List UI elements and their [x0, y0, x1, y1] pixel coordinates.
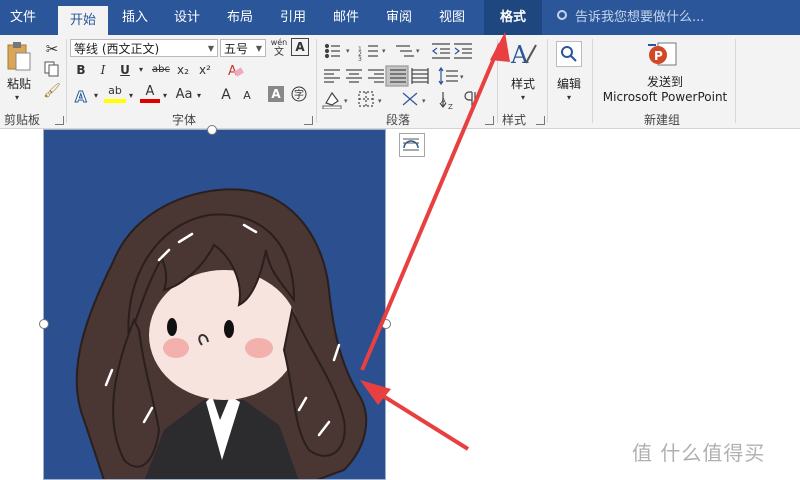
arrow-line-to-format-tab: [360, 43, 502, 371]
arrow-head-format-tab: [490, 32, 510, 62]
arrow-line-to-picture: [370, 387, 470, 451]
annotation-arrows: [360, 32, 510, 451]
watermark: 值 什么值得买: [632, 441, 766, 465]
arrow-head-picture: [360, 380, 391, 405]
